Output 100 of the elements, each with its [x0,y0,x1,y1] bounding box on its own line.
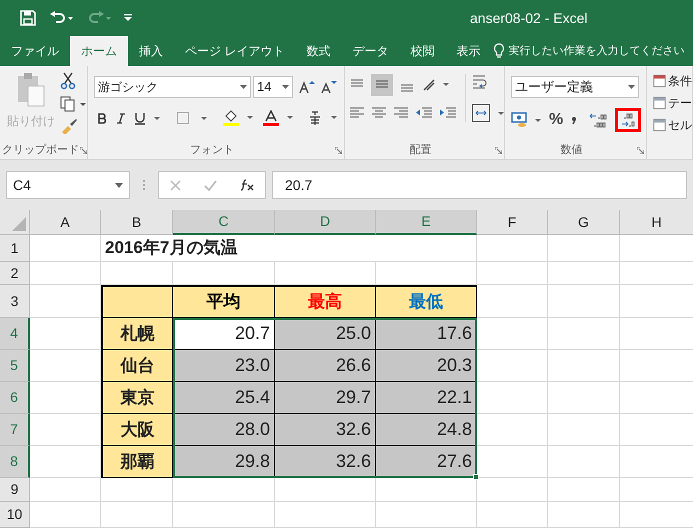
row-header[interactable]: 3 [0,285,30,318]
scissors-icon[interactable] [60,72,76,90]
column-header[interactable]: D [275,210,376,235]
ribbon-tab[interactable]: ファイル [0,36,70,66]
spreadsheet-cell[interactable] [477,478,548,502]
name-box[interactable]: C4 [6,171,130,199]
table-cell[interactable]: 23.0 [173,350,275,382]
row-header[interactable]: 7 [0,414,30,446]
row-header[interactable]: 5 [0,350,30,382]
spreadsheet-cell[interactable] [101,478,173,502]
ribbon-tab[interactable]: データ [341,36,400,66]
column-header[interactable]: F [477,210,548,235]
fill-color-icon[interactable] [223,110,253,126]
spreadsheet-cell[interactable] [477,414,548,446]
decrease-decimal-button[interactable] [615,108,642,132]
column-header[interactable]: C [173,210,275,235]
spreadsheet-cell[interactable] [548,235,620,262]
spreadsheet-cell[interactable] [548,414,620,446]
spreadsheet-cell[interactable] [477,285,548,318]
font-name-field[interactable]: 游ゴシック [94,76,251,98]
table-cell[interactable]: 20.3 [376,350,477,382]
spreadsheet-cell[interactable] [30,262,101,285]
spreadsheet-cell[interactable] [275,262,376,285]
align-center-icon[interactable] [371,106,387,120]
spreadsheet-cell[interactable] [548,285,620,318]
column-header[interactable]: E [376,210,477,235]
style-command[interactable]: テー [653,94,692,112]
table-cell[interactable]: 32.6 [275,446,376,478]
row-header[interactable]: 9 [0,478,30,502]
dialog-launcher-icon[interactable] [335,146,342,154]
dialog-launcher-icon[interactable] [637,146,644,154]
cancel-icon[interactable] [170,180,182,190]
table-cell[interactable]: 26.6 [275,350,376,382]
redo-icon[interactable] [86,11,112,25]
spreadsheet-cell[interactable] [30,235,101,262]
middle-align-icon[interactable] [371,74,393,96]
underline-dropdown-icon[interactable] [135,112,161,124]
spreadsheet-cell[interactable] [477,318,548,350]
column-header[interactable]: G [548,210,620,235]
table-cell[interactable]: 29.8 [173,446,275,478]
spreadsheet-cell[interactable] [173,502,275,528]
row-header[interactable]: 2 [0,262,30,285]
style-command[interactable]: 条件 [653,72,692,90]
copy-icon[interactable] [60,96,86,112]
select-all-icon[interactable] [12,217,26,231]
table-cell[interactable]: 25.0 [275,318,376,350]
spreadsheet-cell[interactable] [30,478,101,502]
spreadsheet-cell[interactable] [477,350,548,382]
save-icon[interactable] [20,10,36,26]
spreadsheet-cell[interactable] [101,502,173,528]
table-cell[interactable]: 28.0 [173,414,275,446]
spreadsheet-cell[interactable] [548,318,620,350]
spreadsheet-cell[interactable] [376,502,477,528]
paintbrush-icon[interactable] [60,118,78,134]
align-right-icon[interactable] [393,106,409,120]
currency-format-icon[interactable] [511,111,541,129]
drag-handle-icon[interactable] [142,179,146,191]
row-header[interactable]: 8 [0,446,30,478]
table-cell[interactable]: 17.6 [376,318,477,350]
spreadsheet-cell[interactable] [173,262,275,285]
spreadsheet-cell[interactable] [548,350,620,382]
merge-cells-icon[interactable] [472,104,504,122]
phonetic-guide-icon[interactable] [309,111,337,125]
spreadsheet-cell[interactable] [477,262,548,285]
decrease-indent-icon[interactable] [415,106,433,120]
table-cell[interactable]: 20.7 [173,318,275,350]
formula-input[interactable]: 20.7 [272,171,687,199]
dialog-launcher-icon[interactable] [495,146,502,154]
function-icon[interactable] [240,179,254,191]
spreadsheet-cell[interactable] [30,285,101,318]
number-format-field[interactable]: ユーザー定義 [511,76,639,98]
row-header[interactable]: 1 [0,235,30,262]
borders-dropdown-icon[interactable] [177,112,207,124]
spreadsheet-cell[interactable] [477,382,548,414]
row-header[interactable]: 4 [0,318,30,350]
spreadsheet-cell[interactable] [275,502,376,528]
spreadsheet-cell[interactable] [376,235,477,262]
spreadsheet-cell[interactable] [548,262,620,285]
table-cell[interactable]: 25.4 [173,382,275,414]
spreadsheet-cell[interactable] [30,446,101,478]
spreadsheet-cell[interactable] [548,478,620,502]
spreadsheet-cell[interactable] [548,446,620,478]
spreadsheet-cell[interactable] [275,478,376,502]
spreadsheet-cell[interactable] [548,382,620,414]
spreadsheet-cell[interactable] [30,318,101,350]
table-cell[interactable]: 24.8 [376,414,477,446]
ribbon-tab[interactable]: 挿入 [128,36,174,66]
font-size-field[interactable]: 14 [253,76,293,98]
tell-me-field[interactable]: 実行したい作業を入力してください [508,42,684,60]
spreadsheet-cell[interactable] [173,478,275,502]
ribbon-tab[interactable]: 校閲 [399,36,446,66]
increase-indent-icon[interactable] [439,106,457,120]
spreadsheet-cell[interactable] [30,350,101,382]
font-color-icon[interactable] [263,110,293,126]
table-cell[interactable]: 27.6 [376,446,477,478]
italic-icon[interactable] [117,112,125,124]
percent-style-button[interactable]: % [549,108,564,132]
style-command[interactable]: セル [653,116,692,134]
ribbon-tab[interactable]: ホーム [70,36,128,66]
comma-style-icon[interactable] [571,115,578,125]
